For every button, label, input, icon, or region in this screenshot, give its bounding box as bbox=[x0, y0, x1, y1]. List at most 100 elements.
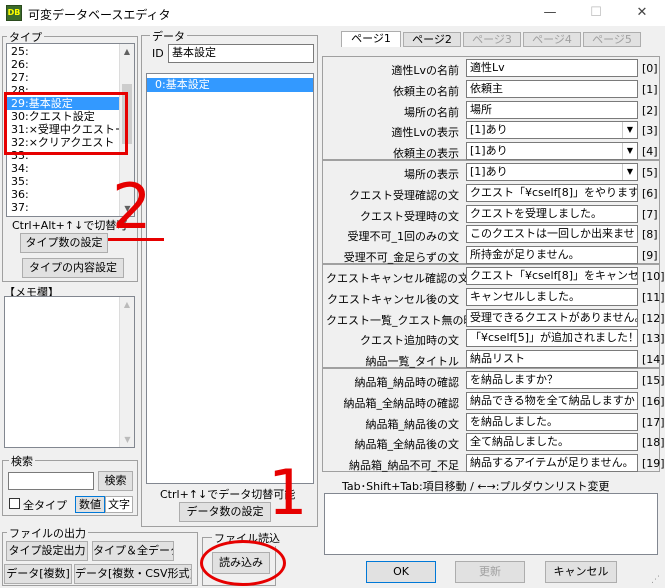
property-value: を納品しますか？ bbox=[470, 373, 558, 386]
property-input[interactable]: 全て納品しました。 bbox=[466, 433, 638, 451]
property-value: クエスト「¥cself[8]」をやりますか bbox=[470, 186, 638, 199]
numeric-toggle[interactable]: 数値 bbox=[75, 496, 105, 513]
property-index: [15] bbox=[642, 374, 665, 387]
chevron-down-icon[interactable]: ▼ bbox=[622, 122, 637, 138]
memo-textarea[interactable]: ▲ ▼ bbox=[4, 296, 135, 448]
property-value: 適性Lv bbox=[470, 61, 505, 74]
list-item[interactable]: 36: bbox=[7, 188, 119, 201]
property-input[interactable]: 適性Lv bbox=[466, 59, 638, 77]
property-input[interactable]: 納品するアイテムが足りません。 bbox=[466, 454, 638, 472]
resize-grip-icon[interactable]: ⋰ bbox=[651, 575, 660, 585]
tab-page4: ページ4 bbox=[523, 32, 581, 47]
annotation-line bbox=[108, 238, 164, 241]
property-index: [17] bbox=[642, 416, 665, 429]
property-input[interactable]: 所持金が足りません。 bbox=[466, 246, 638, 264]
list-item[interactable]: 27: bbox=[7, 71, 119, 84]
property-label: 納品箱_納品時の確認 bbox=[354, 376, 460, 389]
chevron-down-icon[interactable]: ▼ bbox=[622, 164, 637, 180]
property-input[interactable]: 納品できる物を全て納品しますか bbox=[466, 392, 638, 410]
property-input[interactable]: 場所 bbox=[466, 101, 638, 119]
property-index: [13] bbox=[642, 332, 665, 345]
property-label: 納品箱_全納品時の確認 bbox=[343, 397, 460, 410]
chevron-down-icon[interactable]: ▼ bbox=[622, 143, 637, 159]
description-box bbox=[324, 493, 658, 555]
list-item[interactable]: 25: bbox=[7, 45, 119, 58]
search-input[interactable] bbox=[8, 472, 94, 490]
property-input[interactable]: を納品しました。 bbox=[466, 413, 638, 431]
cancel-button[interactable]: キャンセル bbox=[545, 561, 617, 583]
type-settings-output-button[interactable]: タイプ設定出力 bbox=[6, 541, 88, 561]
property-input[interactable]: 依頼主 bbox=[466, 80, 638, 98]
list-item[interactable]: 0:基本設定 bbox=[147, 78, 313, 92]
property-label: 依頼主の名前 bbox=[393, 85, 459, 98]
property-input[interactable]: 受理できるクエストがありません。 bbox=[466, 309, 638, 327]
property-label: 受理不可_1回のみの文 bbox=[347, 230, 460, 243]
property-label: 受理不可_金足らずの文 bbox=[343, 251, 459, 264]
property-label: 納品一覧_タイトル bbox=[365, 355, 460, 368]
property-index: [4] bbox=[642, 145, 658, 158]
property-input[interactable]: クエスト「¥cself[8]」をやりますか bbox=[466, 184, 638, 202]
ok-button[interactable]: OK bbox=[366, 561, 436, 583]
property-label: クエストキャンセル後の文 bbox=[327, 293, 459, 306]
property-input[interactable]: このクエストは一回しか出来ませ bbox=[466, 225, 638, 243]
property-input[interactable]: 「¥cself[5]」が追加されました！ bbox=[466, 329, 638, 347]
all-types-label: 全タイプ bbox=[23, 499, 67, 512]
list-item[interactable]: 35: bbox=[7, 175, 119, 188]
property-label: 適性Lvの表示 bbox=[391, 126, 459, 139]
property-input[interactable]: キャンセルしました。 bbox=[466, 288, 638, 306]
data-csv-button[interactable]: データ[複数・CSV形式] bbox=[74, 564, 192, 584]
tab-page1[interactable]: ページ1 bbox=[341, 31, 401, 47]
close-icon[interactable]: ✕ bbox=[619, 0, 665, 26]
annotation-number-2: 2 bbox=[112, 170, 152, 243]
property-combo[interactable]: [1]あり ▼ bbox=[466, 121, 638, 139]
property-value: 所持金が足りません。 bbox=[470, 248, 580, 261]
property-input[interactable]: クエストを受理しました。 bbox=[466, 205, 638, 223]
tab-page3: ページ3 bbox=[463, 32, 521, 47]
property-combo[interactable]: [1]あり ▼ bbox=[466, 142, 638, 160]
data-multi-button[interactable]: データ[複数] bbox=[4, 564, 72, 584]
minimize-icon[interactable]: — bbox=[527, 0, 573, 26]
property-input[interactable]: 納品リスト bbox=[466, 350, 638, 368]
property-value: クエストを受理しました。 bbox=[470, 207, 602, 220]
highlight-rectangle bbox=[4, 92, 128, 155]
data-group-label: データ bbox=[150, 28, 187, 44]
search-group-label: 検索 bbox=[9, 453, 35, 469]
data-count-button[interactable]: データ数の設定 bbox=[179, 502, 271, 522]
type-all-data-button[interactable]: タイプ＆全データ bbox=[92, 541, 174, 561]
type-count-button[interactable]: タイプ数の設定 bbox=[20, 233, 108, 253]
property-label: クエスト受理時の文 bbox=[360, 210, 459, 223]
id-input[interactable]: 基本設定 bbox=[168, 44, 314, 63]
property-input[interactable]: クエスト「¥cself[8]」をキャンセルしま bbox=[466, 267, 638, 285]
property-value: 場所 bbox=[470, 103, 492, 116]
list-item[interactable]: 37: bbox=[7, 201, 119, 214]
property-label: 納品箱_納品後の文 bbox=[365, 418, 460, 431]
property-value: クエスト「¥cself[8]」をキャンセルしま bbox=[470, 269, 638, 282]
all-types-checkbox[interactable] bbox=[9, 498, 20, 509]
tab-page2[interactable]: ページ2 bbox=[403, 32, 461, 47]
scroll-up-icon: ▲ bbox=[123, 300, 131, 309]
property-combo[interactable]: [1]あり ▼ bbox=[466, 163, 638, 181]
highlight-circle bbox=[200, 540, 286, 586]
property-index: [18] bbox=[642, 436, 665, 449]
property-input[interactable]: を納品しますか？ bbox=[466, 371, 638, 389]
data-list[interactable]: 0:基本設定 bbox=[146, 73, 314, 484]
search-button[interactable]: 検索 bbox=[98, 471, 133, 491]
text-toggle[interactable]: 文字 bbox=[105, 496, 133, 513]
property-index: [12] bbox=[642, 312, 665, 325]
list-item[interactable]: 26: bbox=[7, 58, 119, 71]
property-index: [0] bbox=[642, 62, 658, 75]
tab-page5: ページ5 bbox=[583, 32, 641, 47]
scroll-up-icon[interactable]: ▲ bbox=[120, 44, 134, 59]
memo-scrollbar[interactable]: ▲ ▼ bbox=[119, 297, 134, 447]
file-output-label: ファイルの出力 bbox=[7, 525, 88, 541]
id-label: ID bbox=[152, 47, 164, 60]
property-index: [10] bbox=[642, 270, 665, 283]
property-index: [16] bbox=[642, 395, 665, 408]
type-content-button[interactable]: タイプの内容設定 bbox=[22, 258, 124, 278]
property-index: [8] bbox=[642, 228, 658, 241]
list-item[interactable]: 34: bbox=[7, 162, 119, 175]
property-index: [9] bbox=[642, 249, 658, 262]
property-value: [1]あり bbox=[470, 144, 508, 157]
property-value: 納品するアイテムが足りません。 bbox=[470, 456, 634, 469]
scroll-down-icon: ▼ bbox=[124, 435, 131, 444]
